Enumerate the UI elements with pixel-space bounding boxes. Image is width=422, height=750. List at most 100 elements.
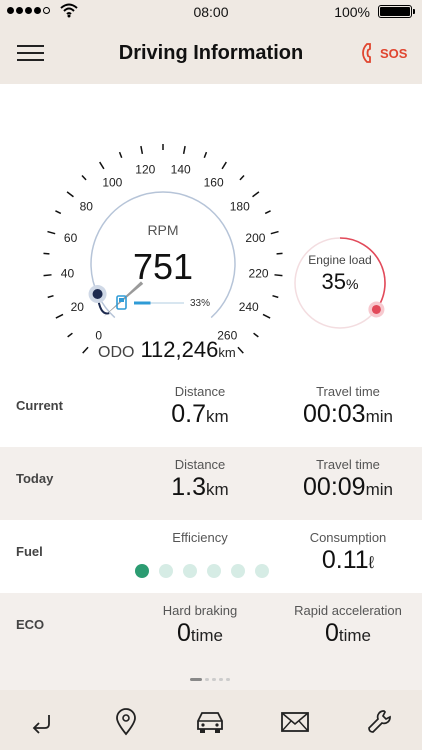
speed-tick-label: 40 — [61, 266, 75, 280]
consumption-number: 0.11 — [321, 546, 369, 574]
speed-tick — [43, 274, 52, 277]
travel-time-label: Travel time — [316, 384, 380, 399]
rpm-value: 751 — [132, 246, 194, 287]
tab-location[interactable] — [96, 705, 156, 739]
travel-time-value: 00:09min — [286, 472, 410, 505]
engine-load-value: 35% — [300, 269, 380, 295]
speed-tick — [47, 230, 56, 235]
odo-label: ODO — [98, 344, 135, 361]
speed-tick — [140, 145, 144, 155]
speed-tick-label: 140 — [171, 163, 191, 177]
engine-load-dot — [371, 304, 381, 314]
location-pin-icon — [116, 708, 136, 736]
travel-time-unit: min — [365, 480, 393, 499]
fuel-percent: 33% — [190, 298, 211, 309]
speed-tick — [270, 230, 279, 235]
tab-car[interactable] — [180, 705, 240, 739]
speed-tick — [203, 151, 208, 159]
speed-tick-label: 120 — [135, 163, 155, 177]
travel-time-number: 00:09 — [303, 473, 366, 501]
fuel-consumption: Consumption 0.11ℓ — [286, 530, 410, 578]
page-dot[interactable] — [205, 678, 209, 681]
hard-braking-number: 0 — [176, 619, 191, 647]
row-eco: ECO Hard braking 0time Rapid acceleratio… — [0, 593, 422, 666]
speed-tick — [82, 346, 89, 354]
consumption-value: 0.11ℓ — [286, 545, 410, 578]
page-title: Driving Information — [118, 42, 304, 64]
speed-tick — [81, 174, 87, 181]
efficiency-dots — [135, 564, 269, 578]
speed-tick — [47, 294, 54, 299]
tab-messages[interactable] — [265, 705, 325, 739]
speed-tick — [276, 252, 283, 255]
consumption-label: Consumption — [309, 530, 387, 545]
odo-value: 112,246 — [140, 337, 219, 362]
speed-tick — [55, 313, 64, 319]
speed-tick — [253, 332, 259, 338]
speedometer: 020406080100120 140160180200220240260 — [43, 144, 386, 354]
speed-tick — [182, 145, 186, 155]
rapid-acceleration-value: 0time — [286, 618, 410, 651]
row-label: ECO — [16, 617, 45, 632]
speed-tick — [66, 191, 74, 198]
sos-button[interactable]: SOS — [362, 40, 408, 66]
efficiency-dot — [207, 564, 221, 578]
speed-tick — [262, 313, 271, 319]
speed-tick — [67, 332, 73, 338]
efficiency-dot — [135, 564, 149, 578]
current-distance: Distance 0.7km — [140, 384, 260, 432]
gauge-area: 0 20 40 60 80 100 120 140 160 180 200 220 240 260 RPM… — [0, 84, 422, 374]
distance-value: 0.7km — [140, 399, 260, 432]
mail-icon — [281, 712, 309, 732]
hard-braking-unit: time — [190, 626, 224, 645]
speed-tick — [99, 161, 105, 170]
efficiency-label: Efficiency — [172, 530, 228, 545]
page-dot[interactable] — [212, 678, 216, 681]
speed-tick — [118, 151, 123, 159]
distance-label: Distance — [174, 384, 226, 399]
fuel-pump-window — [119, 298, 124, 302]
row-fuel: Fuel Efficiency Consumption 0.11ℓ — [0, 520, 422, 593]
hard-braking: Hard braking 0time — [140, 603, 260, 651]
speed-tick — [55, 210, 62, 215]
speed-tick — [274, 274, 283, 277]
engine-load-number: 35 — [321, 269, 347, 294]
row-label: Fuel — [16, 544, 43, 559]
today-distance: Distance 1.3km — [140, 457, 260, 505]
engine-load-unit: % — [346, 276, 359, 292]
tab-settings[interactable] — [350, 705, 410, 739]
current-travel-time: Travel time 00:03min — [286, 384, 410, 432]
page-indicator[interactable] — [190, 678, 230, 681]
travel-time-label: Travel time — [316, 457, 380, 472]
fuel-efficiency: Efficiency — [140, 530, 260, 545]
distance-unit: km — [206, 407, 229, 426]
battery-percent: 100% — [334, 4, 370, 20]
engine-load-label: Engine load — [308, 253, 372, 267]
row-today: Today Distance 1.3km Travel time 00:09mi… — [0, 447, 422, 520]
speed-tick — [221, 161, 227, 170]
tab-back[interactable] — [12, 705, 72, 739]
rpm-label: RPM — [147, 222, 179, 238]
speed-tick-label: 80 — [80, 199, 94, 213]
speed-tick-label: 100 — [102, 175, 122, 189]
header: Driving Information SOS — [0, 22, 422, 84]
speed-tick-label: 180 — [230, 199, 250, 213]
wrench-icon — [368, 710, 391, 733]
speed-tick-label: 220 — [249, 266, 269, 280]
row-label: Today — [16, 471, 54, 486]
speed-tick-label: 200 — [245, 231, 265, 245]
speed-tick — [252, 191, 260, 198]
sos-label: SOS — [380, 45, 408, 61]
speed-tick-label: 60 — [64, 231, 78, 245]
odo-unit: km — [218, 345, 236, 360]
page-dot[interactable] — [190, 678, 202, 681]
page-dot[interactable] — [219, 678, 223, 681]
hard-braking-label: Hard braking — [162, 603, 238, 618]
rapid-acceleration-label: Rapid acceleration — [294, 603, 402, 618]
distance-number: 0.7 — [171, 400, 207, 428]
speed-tick — [264, 210, 271, 215]
row-label: Current — [16, 398, 63, 413]
battery-icon — [378, 5, 415, 18]
page-dot[interactable] — [226, 678, 230, 681]
consumption-unit: ℓ — [368, 553, 375, 572]
